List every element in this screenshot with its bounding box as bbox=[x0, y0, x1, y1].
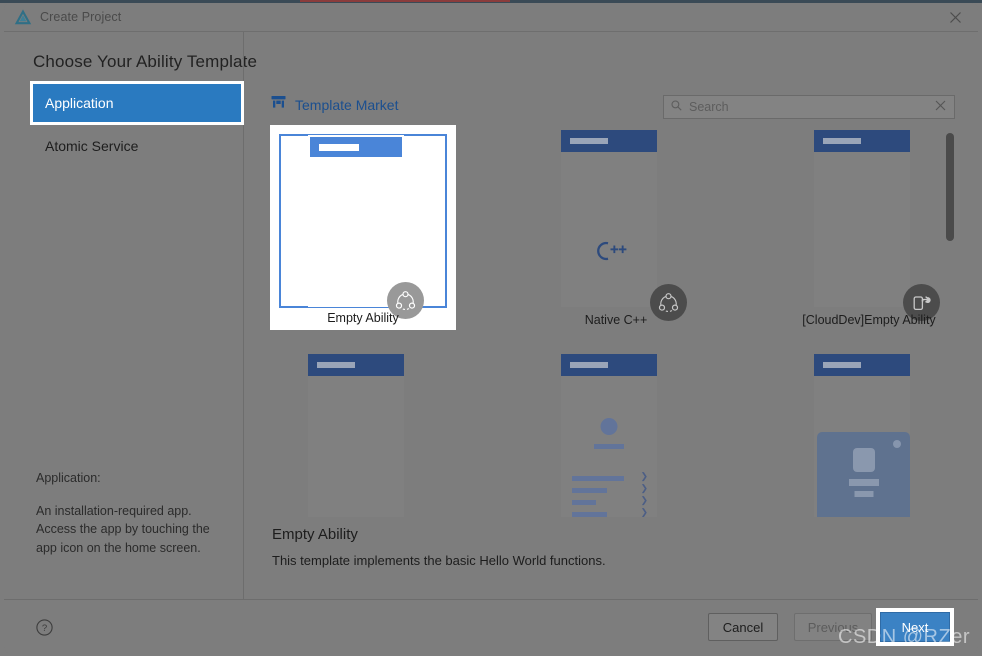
next-button-label: Next bbox=[902, 620, 929, 635]
mock-content bbox=[814, 376, 910, 517]
mock-list-bar bbox=[572, 512, 607, 517]
chevron-right-icon: ❯ bbox=[640, 484, 648, 493]
screen: Create Project Choose Your Ability Templ… bbox=[0, 0, 982, 656]
cpp-logo-icon bbox=[591, 240, 627, 267]
mock-title-pill bbox=[823, 138, 861, 144]
template-pane: Template Market Search bbox=[245, 32, 978, 599]
svg-text:?: ? bbox=[42, 623, 47, 634]
mock-list-row: ❯ bbox=[572, 488, 648, 493]
template-thumbnail bbox=[268, 349, 458, 517]
mock-panel-bar bbox=[854, 491, 873, 497]
sidebar-description-body: An installation-required app. Access the… bbox=[36, 502, 241, 558]
mock-list-bar bbox=[572, 488, 607, 493]
mock-title-bar bbox=[310, 137, 402, 157]
phone-mock bbox=[814, 354, 910, 517]
template-thumbnail bbox=[774, 125, 964, 335]
dialog-footer: ? Cancel Previous Next CSDN @RZer bbox=[4, 599, 978, 653]
store-icon bbox=[271, 95, 286, 114]
mock-list-bar bbox=[572, 500, 596, 505]
cancel-button[interactable]: Cancel bbox=[708, 613, 778, 641]
clear-icon[interactable] bbox=[935, 98, 946, 116]
help-circle-icon[interactable]: ? bbox=[36, 619, 53, 636]
ability-type-sidebar: Application Atomic Service Application: … bbox=[4, 32, 244, 599]
mock-panel-square bbox=[853, 448, 875, 472]
mock-title-pill bbox=[570, 138, 608, 144]
phone-mock: ❯ ❯ ❯ bbox=[561, 354, 657, 517]
mock-title-pill bbox=[823, 362, 861, 368]
template-card-label: Empty Ability bbox=[263, 311, 463, 325]
template-card-row2-3[interactable] bbox=[769, 349, 965, 517]
mock-content bbox=[814, 152, 910, 307]
mock-panel-bar bbox=[849, 479, 879, 486]
mock-name-bar bbox=[594, 444, 624, 449]
mock-title-bar bbox=[561, 130, 657, 152]
sidebar-item-label: Application bbox=[45, 95, 114, 111]
template-thumbnail bbox=[268, 125, 458, 335]
template-card-empty-ability[interactable]: Empty Ability bbox=[263, 125, 463, 340]
mock-panel-dot bbox=[893, 440, 901, 448]
mock-content bbox=[308, 376, 404, 517]
chevron-right-icon: ❯ bbox=[640, 496, 648, 505]
template-thumbnail: ❯ ❯ ❯ bbox=[521, 349, 711, 517]
phone-mock bbox=[561, 130, 657, 307]
sidebar-item-atomic-service[interactable]: Atomic Service bbox=[33, 127, 241, 165]
phone-mock bbox=[308, 135, 404, 307]
cancel-button-label: Cancel bbox=[723, 620, 763, 635]
mock-title-pill bbox=[319, 144, 359, 151]
template-card-row2-2[interactable]: ❯ ❯ ❯ bbox=[516, 349, 716, 517]
previous-button-label: Previous bbox=[808, 620, 859, 635]
template-detail-title: Empty Ability bbox=[272, 526, 932, 543]
search-placeholder: Search bbox=[689, 100, 935, 114]
search-icon bbox=[671, 98, 682, 116]
template-detail: Empty Ability This template implements t… bbox=[272, 526, 932, 568]
dialog-body: Choose Your Ability Template Application… bbox=[4, 32, 978, 599]
mock-title-bar bbox=[814, 130, 910, 152]
mock-content bbox=[310, 157, 402, 305]
mock-panel bbox=[817, 432, 910, 517]
mock-content bbox=[561, 152, 657, 307]
mock-title-bar bbox=[308, 354, 404, 376]
chevron-right-icon: ❯ bbox=[640, 508, 648, 517]
edge-accent-segment bbox=[300, 0, 510, 2]
sidebar-description-label: Application: bbox=[36, 469, 241, 488]
mock-title-bar bbox=[561, 354, 657, 376]
mock-title-pill bbox=[570, 362, 608, 368]
previous-button[interactable]: Previous bbox=[794, 613, 872, 641]
sidebar-item-application[interactable]: Application bbox=[33, 84, 241, 122]
mock-title-bar bbox=[814, 354, 910, 376]
template-thumbnail bbox=[774, 349, 964, 517]
mock-avatar bbox=[601, 418, 618, 435]
search-input[interactable]: Search bbox=[663, 95, 955, 119]
dialog-title-bar: Create Project bbox=[4, 3, 978, 32]
mock-list-row: ❯ bbox=[572, 500, 648, 505]
chevron-right-icon: ❯ bbox=[640, 472, 648, 481]
mock-title-pill bbox=[317, 362, 355, 368]
phone-mock bbox=[308, 354, 404, 517]
template-detail-description: This template implements the basic Hello… bbox=[272, 553, 932, 568]
sidebar-item-label: Atomic Service bbox=[45, 138, 138, 154]
scrollbar-thumb[interactable] bbox=[946, 133, 954, 241]
next-button[interactable]: Next bbox=[880, 612, 950, 642]
mock-content: ❯ ❯ ❯ bbox=[561, 376, 657, 517]
template-card-native-cpp[interactable]: Native C++ bbox=[516, 125, 716, 340]
phone-mock bbox=[814, 130, 910, 307]
mock-list-row: ❯ bbox=[572, 476, 648, 481]
template-grid-scrollbar[interactable] bbox=[946, 125, 958, 517]
create-project-dialog: Create Project Choose Your Ability Templ… bbox=[4, 3, 978, 653]
dialog-title: Create Project bbox=[40, 9, 121, 26]
template-card-label: Native C++ bbox=[516, 313, 716, 327]
template-thumbnail bbox=[521, 125, 711, 335]
mock-list-bar bbox=[572, 476, 624, 481]
template-market-link[interactable]: Template Market bbox=[271, 95, 398, 114]
template-grid: Empty Ability bbox=[257, 125, 965, 517]
template-market-label: Template Market bbox=[295, 97, 398, 113]
mock-list-row: ❯ bbox=[572, 512, 648, 517]
close-icon[interactable] bbox=[932, 3, 978, 32]
deveco-triangle-logo-icon bbox=[14, 9, 32, 27]
template-card-label: [CloudDev]Empty Ability bbox=[769, 313, 965, 327]
sidebar-description: Application: An installation-required ap… bbox=[36, 469, 241, 557]
template-card-row2-1[interactable] bbox=[263, 349, 463, 517]
template-card-clouddev-empty-ability[interactable]: [CloudDev]Empty Ability bbox=[769, 125, 965, 340]
